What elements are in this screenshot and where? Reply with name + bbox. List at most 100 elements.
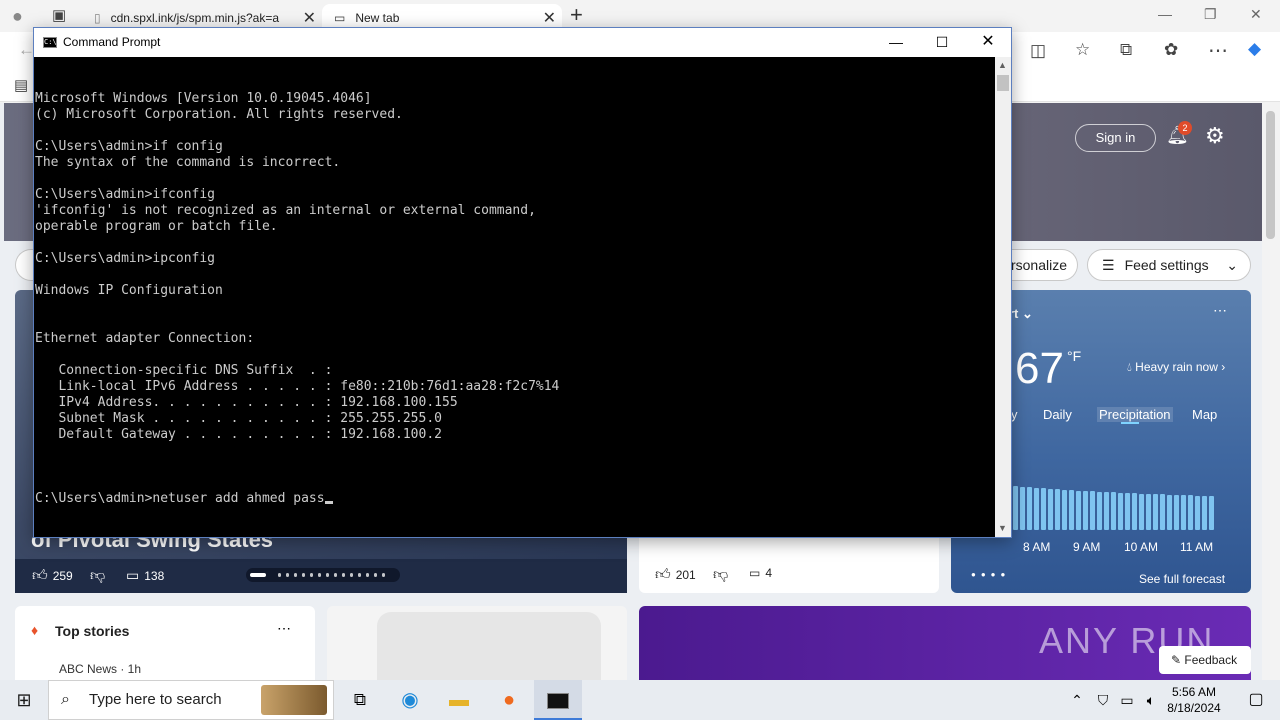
top-stories-more-icon[interactable]: ⋯: [277, 620, 291, 637]
show-hidden-icons[interactable]: ⌃: [1066, 680, 1088, 720]
weather-page-dots[interactable]: ●●●●: [971, 570, 1010, 579]
weather-tab-map[interactable]: Map: [1192, 407, 1217, 422]
start-button[interactable]: ⊞: [0, 680, 48, 720]
console-line: Link-local IPv6 Address . . . . . : fe80…: [35, 379, 560, 394]
cmd-minimize-button[interactable]: —: [873, 28, 919, 57]
sign-in-button[interactable]: Sign in: [1075, 124, 1156, 152]
tab-close-button[interactable]: ✕: [303, 8, 316, 28]
edge-icon[interactable]: ◉: [386, 680, 434, 720]
carousel-dot[interactable]: [334, 573, 337, 577]
weather-tab-daily[interactable]: Daily: [1043, 407, 1072, 422]
mid-like-button[interactable]: 👍︎ 201: [655, 566, 696, 584]
page-scroll-thumb[interactable]: [1266, 111, 1275, 239]
top-stories-card[interactable]: ♦ Top stories ⋯ ABC News · 1h: [15, 606, 315, 680]
precipitation-bar: [1160, 494, 1165, 530]
security-tray-icon[interactable]: ⛉: [1092, 680, 1114, 720]
hero-like-button[interactable]: 👍︎ 259: [32, 567, 73, 585]
console-output[interactable]: Microsoft Windows [Version 10.0.19045.40…: [34, 57, 995, 537]
thumbs-down-icon: 👎︎: [90, 567, 106, 584]
network-tray-icon[interactable]: ▭: [1116, 680, 1138, 720]
console-line: C:\Users\admin>if config: [35, 139, 223, 154]
carousel-dot[interactable]: [286, 573, 289, 577]
hour-label: 8 AM: [1023, 540, 1051, 554]
carousel-dot[interactable]: [318, 573, 321, 577]
new-tab-button[interactable]: +: [570, 2, 583, 28]
console-line: C:\Users\admin>ifconfig: [35, 187, 216, 202]
precipitation-bar: [1146, 494, 1151, 530]
see-full-forecast-link[interactable]: See full forecast: [1139, 572, 1225, 586]
taskbar-search-box[interactable]: ⌕ Type here to search: [48, 680, 334, 720]
cmd-scrollbar[interactable]: ▲ ▼: [995, 57, 1011, 537]
scroll-up-arrow-icon[interactable]: ▲: [998, 60, 1007, 70]
carousel-dot[interactable]: [302, 573, 305, 577]
taskbar-clock[interactable]: 5:56 AM 8/18/2024: [1162, 684, 1226, 716]
notification-center-icon[interactable]: ▢: [1232, 680, 1280, 720]
extensions-icon[interactable]: ✿: [1164, 40, 1178, 60]
personalize-label: ersonalize: [1003, 257, 1067, 273]
precipitation-bar: [1083, 491, 1088, 530]
feed-settings-button[interactable]: ☰ Feed settings ⌄: [1087, 249, 1251, 281]
weather-more-icon[interactable]: ⋯: [1213, 302, 1227, 319]
collections-icon[interactable]: ⧉: [1120, 40, 1132, 60]
split-screen-icon[interactable]: ◫: [1030, 41, 1046, 61]
cmd-scroll-thumb[interactable]: [997, 75, 1009, 91]
carousel-dot[interactable]: [350, 573, 353, 577]
tab-close-button[interactable]: ✕: [543, 8, 556, 28]
copilot-icon[interactable]: ◆: [1248, 39, 1261, 59]
carousel-dot-active[interactable]: [250, 573, 266, 577]
feedback-label: Feedback: [1184, 653, 1238, 667]
console-line: (c) Microsoft Corporation. All rights re…: [35, 107, 403, 122]
hero-dislike-button[interactable]: 👎︎: [90, 567, 105, 585]
weather-tab-precipitation[interactable]: Precipitation: [1097, 407, 1173, 422]
carousel-dot[interactable]: [342, 573, 345, 577]
scroll-down-arrow-icon[interactable]: ▼: [998, 523, 1007, 533]
mid-comments-button[interactable]: ▭ 4: [749, 566, 772, 580]
console-line: Subnet Mask . . . . . . . . . . . : 255.…: [35, 411, 442, 426]
more-menu-icon[interactable]: ⋯: [1208, 38, 1228, 63]
carousel-dot[interactable]: [366, 573, 369, 577]
cmd-taskbar-icon[interactable]: [534, 680, 582, 720]
cmd-close-button[interactable]: ✕: [965, 28, 1011, 57]
purple-card[interactable]: ANY RUN ✎ Feedback: [639, 606, 1251, 680]
carousel-dot[interactable]: [358, 573, 361, 577]
settings-gear-icon[interactable]: ⚙: [1205, 123, 1225, 149]
cmd-titlebar[interactable]: C:\ Command Prompt — ☐ ✕: [34, 28, 1011, 57]
file-explorer-icon[interactable]: ▬: [435, 680, 483, 720]
precipitation-bar: [1125, 493, 1130, 530]
hero-comments-button[interactable]: ▭ 138: [126, 567, 164, 584]
mid-comment-count: 4: [765, 566, 773, 580]
favorites-folder-icon[interactable]: ▤: [14, 76, 28, 94]
weather-condition[interactable]: 💧︎ Heavy rain now ›: [1127, 360, 1225, 375]
browser-restore-button[interactable]: ❐: [1204, 6, 1217, 23]
profile-icon[interactable]: ●: [12, 6, 23, 27]
mid-dislike-button[interactable]: 👎︎: [713, 566, 728, 584]
browser-close-button[interactable]: ✕: [1250, 6, 1262, 23]
sewing-machine-card[interactable]: [327, 606, 627, 680]
favorite-star-icon[interactable]: ☆: [1075, 40, 1090, 60]
command-prompt-window[interactable]: C:\ Command Prompt — ☐ ✕ Microsoft Windo…: [33, 27, 1012, 538]
page-scrollbar[interactable]: [1262, 103, 1280, 680]
hero-comment-count: 138: [144, 568, 165, 583]
precipitation-bar: [1202, 496, 1207, 530]
browser-minimize-button[interactable]: —: [1158, 6, 1172, 22]
tab-actions-icon[interactable]: ▣: [52, 6, 66, 24]
feedback-button[interactable]: ✎ Feedback: [1159, 646, 1251, 674]
carousel-dot[interactable]: [382, 573, 385, 577]
story-source: ABC News · 1h: [59, 662, 142, 676]
carousel-dot[interactable]: [326, 573, 329, 577]
newtab-icon: ▭: [334, 11, 346, 25]
carousel-dots[interactable]: [246, 568, 400, 582]
precipitation-bar: [1034, 488, 1039, 530]
cmd-window-title: Command Prompt: [63, 35, 161, 49]
volume-tray-icon[interactable]: 🔈︎: [1140, 680, 1162, 720]
carousel-dot[interactable]: [374, 573, 377, 577]
firefox-icon[interactable]: ●: [485, 680, 533, 720]
console-input-line[interactable]: C:\Users\admin>netuser add ahmed pass: [35, 491, 995, 507]
carousel-dot[interactable]: [310, 573, 313, 577]
cmd-maximize-button[interactable]: ☐: [919, 28, 965, 57]
task-view-icon[interactable]: ⧉: [336, 680, 384, 720]
carousel-dot[interactable]: [294, 573, 297, 577]
carousel-dot[interactable]: [278, 573, 281, 577]
